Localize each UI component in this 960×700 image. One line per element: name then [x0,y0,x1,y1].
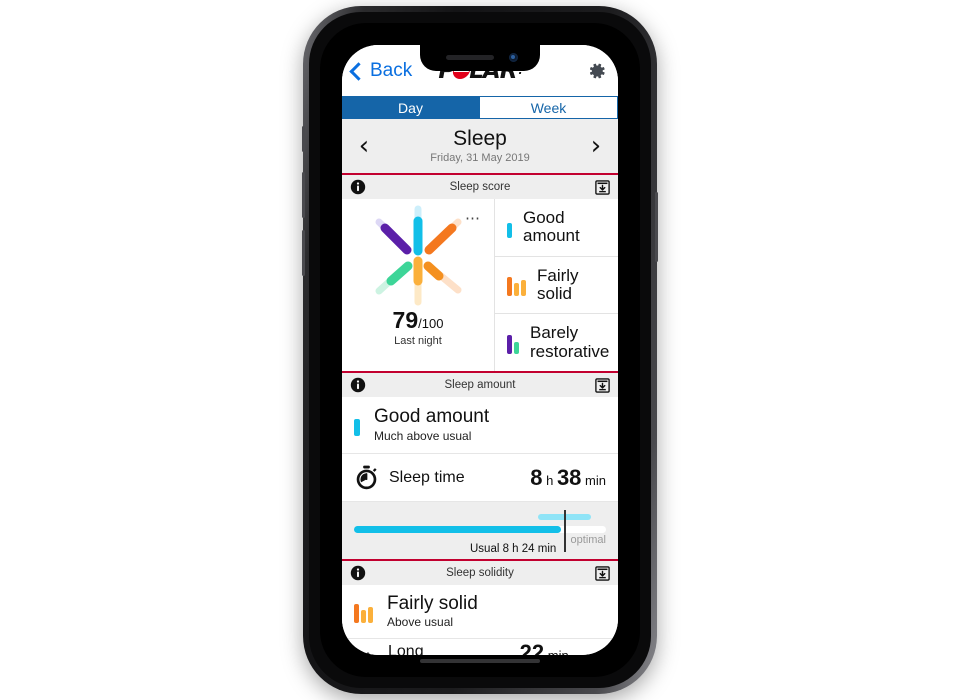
sleep-score-burst-chart [359,201,477,309]
volume-down-button[interactable] [302,230,305,276]
sleep-score-summary: ⋯ 79/100 Last night [342,199,495,371]
front-camera [509,53,518,62]
export-icon[interactable] [595,179,610,195]
chevron-left-icon [349,61,368,81]
sleep-score-header: Sleep score [342,173,618,199]
sleep-amount-rating-text: Good amount Much above usual [374,406,490,443]
sleep-amount-rating-row[interactable]: Good amount Much above usual [342,397,618,454]
date-display: Sleep Friday, 31 May 2019 [374,127,586,164]
sleep-time-hours: 8 [530,464,543,490]
gauge-fill [354,526,561,533]
screenshot-stage: Back P LAR . [0,0,960,700]
sleep-solidity-header: Sleep solidity [342,559,618,585]
score-item-regeneration-label: Barely restorative [530,323,610,361]
sleep-solidity-rating-text: Fairly solid Above usual [387,592,478,630]
sleep-score-max: /100 [418,316,444,331]
info-icon[interactable] [350,377,366,393]
mute-switch[interactable] [302,126,305,152]
export-icon[interactable] [595,565,610,581]
sleep-score-title: Sleep score [449,181,511,193]
sleep-time-gauge: Usual 8 h 24 min optimal [342,502,618,559]
sleep-amount-header: Sleep amount [342,371,618,397]
tab-day[interactable]: Day [342,96,479,119]
sleep-time-value: 8 h 38 min [530,465,606,491]
phone-screen: Back P LAR . [342,45,618,655]
score-item-amount-label: Good amount [523,207,580,246]
sleep-time-minutes: 38 [556,464,582,490]
stopwatch-icon [354,465,379,490]
sleep-score-value: 79 [392,307,419,333]
triple-orange-bar-icon [507,274,526,296]
previous-day-button[interactable]: ‹ [354,133,374,159]
phone-bezel: Back P LAR . [320,23,640,677]
long-interruptions-minutes: 22 [519,640,545,655]
sleep-score-items: Good amount Fairly solid Barely restorat… [495,199,618,371]
sleep-score-card: ⋯ 79/100 Last night Good amount Fairly s… [342,199,618,371]
info-icon[interactable] [350,179,366,195]
power-button[interactable] [655,192,658,262]
single-cyan-bar-icon [354,414,360,436]
phone-device: Back P LAR . [302,6,658,694]
gear-icon[interactable] [584,59,608,83]
score-item-regeneration[interactable]: Barely restorative [495,314,618,371]
score-item-solidity[interactable]: Fairly solid [495,257,618,315]
single-cyan-bar-icon [507,216,512,239]
notch [420,45,540,71]
home-indicator[interactable] [420,659,540,663]
score-item-solidity-label: Fairly solid [537,265,579,303]
info-icon[interactable] [350,565,366,581]
sleep-time-minutes-unit: min [585,472,606,488]
volume-up-button[interactable] [302,172,305,218]
gauge-track [354,526,606,533]
sleep-solidity-rating-title: Fairly solid [387,592,478,614]
date-subtitle: Friday, 31 May 2019 [430,151,530,164]
date-navigator: ‹ Sleep Friday, 31 May 2019 › [342,119,618,173]
earpiece-speaker [446,55,494,60]
next-day-button[interactable]: › [586,133,606,159]
long-interruptions-value: 22 min (4,2%) [520,640,606,655]
sleep-amount-title: Sleep amount [444,379,516,391]
sleep-solidity-title: Sleep solidity [446,567,514,579]
page-title: Sleep [453,127,507,151]
more-options-icon[interactable]: ⋯ [465,209,482,227]
tab-week[interactable]: Week [479,96,618,119]
back-button[interactable]: Back [349,59,413,82]
gauge-optimal-label: optimal [570,534,606,546]
sleep-time-label: Sleep time [389,468,465,486]
sleep-score-value-row: 79/100 [393,307,444,334]
back-label: Back [370,59,413,81]
score-item-amount[interactable]: Good amount [495,199,618,257]
long-interruptions-row[interactable]: Long interruptions 22 min (4,2%) [342,639,618,655]
gauge-usual-label: Usual 8 h 24 min [470,543,557,555]
gauge-usual-marker [564,510,566,552]
long-interruptions-label: Long interruptions [388,642,424,656]
sleep-solidity-rating-sub: Above usual [387,615,454,630]
phone-inner-frame: Back P LAR . [309,12,651,688]
interruptions-icon [354,651,378,655]
sleep-score-caption: Last night [394,335,442,347]
purple-green-bar-icon [507,332,519,354]
sleep-amount-rating-sub: Much above usual [374,428,472,443]
triple-orange-bar-icon [354,601,373,623]
sleep-solidity-rating-row[interactable]: Fairly solid Above usual [342,585,618,639]
period-tabs: Day Week [342,96,618,119]
sleep-amount-rating-title: Good amount [374,406,490,428]
export-icon[interactable] [595,377,610,393]
sleep-time-row[interactable]: Sleep time 8 h 38 min [342,454,618,502]
